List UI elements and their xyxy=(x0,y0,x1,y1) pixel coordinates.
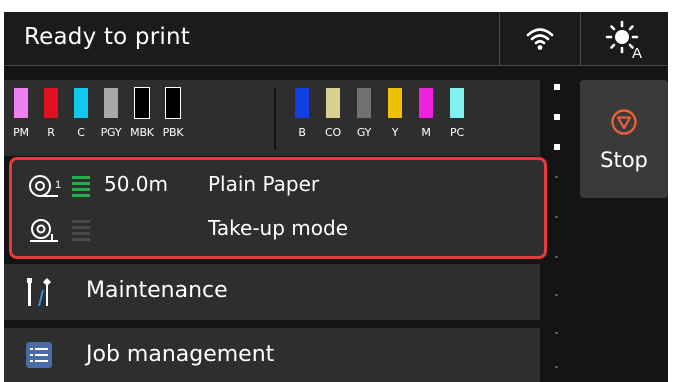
level-bar xyxy=(72,226,90,229)
stop-icon xyxy=(611,109,637,135)
scroll-dot xyxy=(555,366,558,368)
take-up-roll-icon xyxy=(30,219,58,242)
ink-pgy: PGY xyxy=(96,88,126,139)
ink-label: PBK xyxy=(162,126,184,139)
paper-settings-panel[interactable]: 1 50.0m Plain Paper Take-up mode xyxy=(9,157,547,259)
ink-label: PC xyxy=(450,126,464,139)
ink-label: Y xyxy=(391,126,399,139)
ink-swatch xyxy=(104,88,118,118)
printer-touch-screen: Ready to print A PM R C PGY MBK PBK B CO… xyxy=(4,12,668,382)
ink-swatch xyxy=(450,88,464,118)
ink-r: R xyxy=(36,88,66,139)
ink-swatch xyxy=(74,88,88,118)
roll-2-level-meter xyxy=(72,220,90,244)
job-list-icon xyxy=(26,342,52,368)
scroll-dot-active xyxy=(554,84,560,90)
level-bar xyxy=(72,182,90,185)
level-bar xyxy=(72,238,90,241)
ink-swatch xyxy=(295,88,309,118)
brightness-button[interactable]: A xyxy=(580,12,668,66)
menu-item-job-management[interactable]: Job management xyxy=(4,328,540,382)
scroll-dot xyxy=(555,256,558,258)
ink-swatch xyxy=(134,87,150,119)
ink-group-divider xyxy=(274,88,276,150)
level-bar xyxy=(72,194,90,197)
scroll-dot xyxy=(555,294,558,296)
level-bar xyxy=(72,232,90,235)
level-bar xyxy=(72,188,90,191)
ink-b: B xyxy=(287,88,317,139)
roll-1-icon: 1 xyxy=(29,175,61,197)
scroll-dot xyxy=(555,332,558,334)
ink-level-panel[interactable]: PM R C PGY MBK PBK B CO GY Y M PC xyxy=(4,80,540,156)
scroll-dot-active xyxy=(554,114,560,120)
roll-1-level-meter xyxy=(72,176,90,200)
ink-label: PGY xyxy=(100,126,122,139)
ink-co: CO xyxy=(318,88,348,139)
menu-item-maintenance[interactable]: Maintenance xyxy=(4,264,540,320)
menu-item-label: Job management xyxy=(86,342,275,367)
ink-pm: PM xyxy=(6,88,36,139)
status-header: Ready to print A xyxy=(4,12,668,66)
ink-swatch xyxy=(419,88,433,118)
wifi-icon xyxy=(526,28,554,50)
stop-button[interactable]: Stop xyxy=(580,80,668,198)
level-bar xyxy=(72,220,90,223)
ink-pbk: PBK xyxy=(158,87,188,139)
roll-remaining-length: 50.0m xyxy=(104,172,169,196)
svg-text:1: 1 xyxy=(55,179,61,191)
ink-swatch xyxy=(388,88,402,118)
maintenance-icon xyxy=(27,278,51,306)
ink-label: C xyxy=(77,126,85,139)
ink-swatch xyxy=(14,88,28,118)
printer-status-text: Ready to print xyxy=(24,24,190,50)
scroll-dot xyxy=(555,176,558,178)
ink-label: GY xyxy=(356,126,372,139)
wifi-button[interactable] xyxy=(499,12,579,66)
stop-label: Stop xyxy=(600,148,648,172)
scroll-indicator[interactable] xyxy=(550,80,564,380)
ink-label: MBK xyxy=(130,126,154,139)
ink-label: CO xyxy=(325,126,341,139)
ink-mbk: MBK xyxy=(127,87,157,139)
ink-swatch xyxy=(326,88,340,118)
scroll-dot xyxy=(555,216,558,218)
svg-text:A: A xyxy=(632,45,642,60)
ink-label: M xyxy=(421,126,431,139)
ink-swatch xyxy=(165,87,181,119)
roll-mode: Take-up mode xyxy=(208,216,348,240)
ink-gy: GY xyxy=(349,88,379,139)
level-bar xyxy=(72,176,90,179)
menu-item-label: Maintenance xyxy=(86,278,228,303)
ink-swatch xyxy=(44,88,58,118)
ink-label: R xyxy=(47,126,55,139)
ink-label: B xyxy=(298,126,306,139)
ink-m: M xyxy=(411,88,441,139)
ink-label: PM xyxy=(13,126,29,139)
ink-y: Y xyxy=(380,88,410,139)
brightness-auto-icon: A xyxy=(605,20,642,60)
ink-swatch xyxy=(357,88,371,118)
ink-pc: PC xyxy=(442,88,472,139)
paper-type: Plain Paper xyxy=(208,172,320,196)
ink-c: C xyxy=(66,88,96,139)
scroll-dot-active xyxy=(554,144,560,150)
